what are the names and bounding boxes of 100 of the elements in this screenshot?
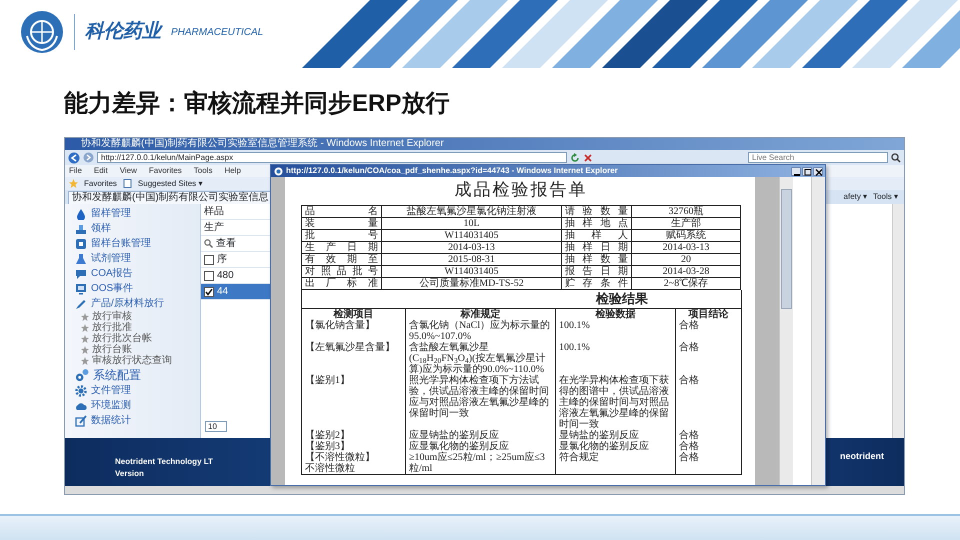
cell-text: ≥10um应≤25粒/ml；≥25um应≤3粒/ml xyxy=(409,452,546,474)
minimize-button[interactable] xyxy=(791,166,801,176)
field-value: 2015-08-31 xyxy=(447,254,496,265)
favorites-link[interactable]: Suggested Sites ▾ xyxy=(138,178,202,190)
field-value: 2014-03-13 xyxy=(447,242,496,253)
field-label: 贮存条件 xyxy=(565,278,628,289)
edit-icon xyxy=(75,414,87,426)
item-name: 【氯化钠含量】 xyxy=(305,320,376,331)
slide-title: 能力差异：审核流程并同步ERP放行 xyxy=(64,89,450,119)
toolbar-menu[interactable]: Tools ▾ xyxy=(873,191,898,203)
field-label: 抽 样 人 xyxy=(565,230,628,241)
cell-text: 合格 xyxy=(679,441,700,452)
scrollbar[interactable] xyxy=(811,177,825,485)
table-row[interactable]: 44 xyxy=(201,284,270,300)
maximize-button[interactable] xyxy=(802,166,812,176)
column-header: 检验数据 xyxy=(594,309,636,320)
search-icon[interactable] xyxy=(891,152,901,162)
star-icon xyxy=(81,324,89,332)
sidebar-item[interactable]: 领样 xyxy=(91,221,111,236)
close-icon[interactable] xyxy=(583,152,593,162)
field-label: 装 量 xyxy=(305,218,378,229)
star-icon xyxy=(81,312,89,320)
menu-item[interactable]: Help xyxy=(224,165,241,177)
scrollbar[interactable] xyxy=(892,204,904,438)
column-header: 标准规定 xyxy=(459,309,500,320)
company-logo: neotrident xyxy=(840,450,884,463)
checkbox[interactable] xyxy=(204,254,214,264)
field-label: 批 号 xyxy=(305,230,378,241)
cell-text: 应显氯化物的鉴别反应 xyxy=(409,441,510,452)
flask-icon xyxy=(75,252,87,264)
field-label: 样品 xyxy=(204,204,224,219)
menu-item[interactable]: File xyxy=(69,165,82,177)
emblem-icon xyxy=(20,10,64,54)
item-name: 【鉴别3】 xyxy=(305,441,351,452)
sidebar-item[interactable]: 数据统计 xyxy=(91,413,131,428)
browser-tab[interactable]: 协和发酵麒麟(中国)制药有限公司实验室信息 xyxy=(68,191,273,204)
cell-text: 合格 xyxy=(679,430,700,441)
field-label: 出厂标准 xyxy=(305,278,378,289)
sidebar-subitem[interactable]: 放行审核 xyxy=(92,311,132,322)
item-name: 【鉴别1】 xyxy=(305,375,351,386)
menu-item[interactable]: View xyxy=(120,165,137,177)
droplet-icon xyxy=(75,208,87,220)
cell-text: 在光学异构体检查项下获得的图谱中，供试品溶液主峰的保留时间与对照品溶液左氧氟沙星峰的保留时间一致 xyxy=(559,375,670,430)
field-value: W114031405 xyxy=(443,230,500,241)
item-name: 不溶性微粒 xyxy=(305,463,356,474)
sidebar-subitem[interactable]: 放行台账 xyxy=(92,344,132,355)
sidebar-subitem[interactable]: 放行批准 xyxy=(92,322,132,333)
field-value: 盐酸左氧氟沙星氯化钠注射液 xyxy=(406,206,538,217)
cell-text: 44 xyxy=(217,285,228,299)
scrollbar-thumb[interactable] xyxy=(781,189,792,309)
star-icon xyxy=(81,334,89,342)
sidebar-item[interactable]: COA报告 xyxy=(91,266,133,281)
sidebar-item[interactable]: 产品/原材料放行 xyxy=(91,296,164,311)
pen-icon xyxy=(75,298,87,310)
sidebar-item[interactable]: 试剂管理 xyxy=(91,251,131,266)
page-icon xyxy=(122,179,132,188)
refresh-icon[interactable] xyxy=(570,152,580,162)
sidebar-item[interactable]: 环境监测 xyxy=(91,398,131,413)
page-size-select[interactable]: 10 xyxy=(205,421,227,432)
sidebar-item[interactable]: 系统配置 xyxy=(93,366,141,384)
search-icon[interactable] xyxy=(204,239,213,248)
sidebar-item[interactable]: 文件管理 xyxy=(91,383,131,398)
field-label: 品 名 xyxy=(305,206,378,217)
cell-text: 序 xyxy=(217,252,227,267)
star-icon xyxy=(81,346,89,354)
column-header: 项目结论 xyxy=(687,309,730,320)
search-label[interactable]: 查看 xyxy=(216,236,236,251)
checkbox[interactable] xyxy=(204,270,214,280)
back-icon[interactable] xyxy=(68,152,80,164)
tray-icon xyxy=(75,222,87,234)
window-title: http://127.0.0.1/kelun/COA/coa_pdf_shenhe.aspx?id=44743 - Windows Internet Explorer xyxy=(286,165,618,177)
item-name: 【左氧氟沙星含量】 xyxy=(305,342,396,353)
cell-text: 合格 xyxy=(679,320,700,331)
menu-item[interactable]: Favorites xyxy=(148,165,182,177)
menu-item[interactable]: Edit xyxy=(94,165,108,177)
table-row[interactable]: 序 xyxy=(201,252,270,268)
column-header: 检测项目 xyxy=(332,309,374,320)
search-field[interactable]: Live Search xyxy=(748,152,888,163)
toolbar-menu[interactable]: afety ▾ xyxy=(844,191,868,203)
field-value: 赋码系统 xyxy=(665,230,707,241)
field-value: 32760瓶 xyxy=(668,206,704,217)
favorites-button[interactable]: Favorites xyxy=(84,178,117,190)
scrollbar[interactable] xyxy=(779,177,793,485)
field-label: 请验数量 xyxy=(565,206,628,217)
field-label: 生产 xyxy=(204,220,224,235)
sidebar-item[interactable]: OOS事件 xyxy=(91,281,134,296)
cell-text: 100.1% xyxy=(559,320,591,331)
close-button[interactable] xyxy=(813,166,823,176)
browser-icon xyxy=(274,166,283,176)
checkbox[interactable] xyxy=(204,286,214,296)
menu-item[interactable]: Tools xyxy=(194,165,212,177)
cell-text: 显氯化物的鉴别反应 xyxy=(559,441,650,452)
sidebar-subitem[interactable]: 审核放行状态查询 xyxy=(92,355,172,366)
star-icon xyxy=(81,356,89,364)
address-field[interactable]: http://127.0.0.1/kelun/MainPage.aspx xyxy=(97,152,567,163)
maximize-icon xyxy=(803,168,811,176)
sidebar-subitem[interactable]: 放行批次台帐 xyxy=(92,333,152,344)
sidebar-item[interactable]: 留样管理 xyxy=(91,206,131,221)
field-value: 生产部 xyxy=(670,218,702,229)
sidebar-item[interactable]: 留样台账管理 xyxy=(91,236,151,251)
